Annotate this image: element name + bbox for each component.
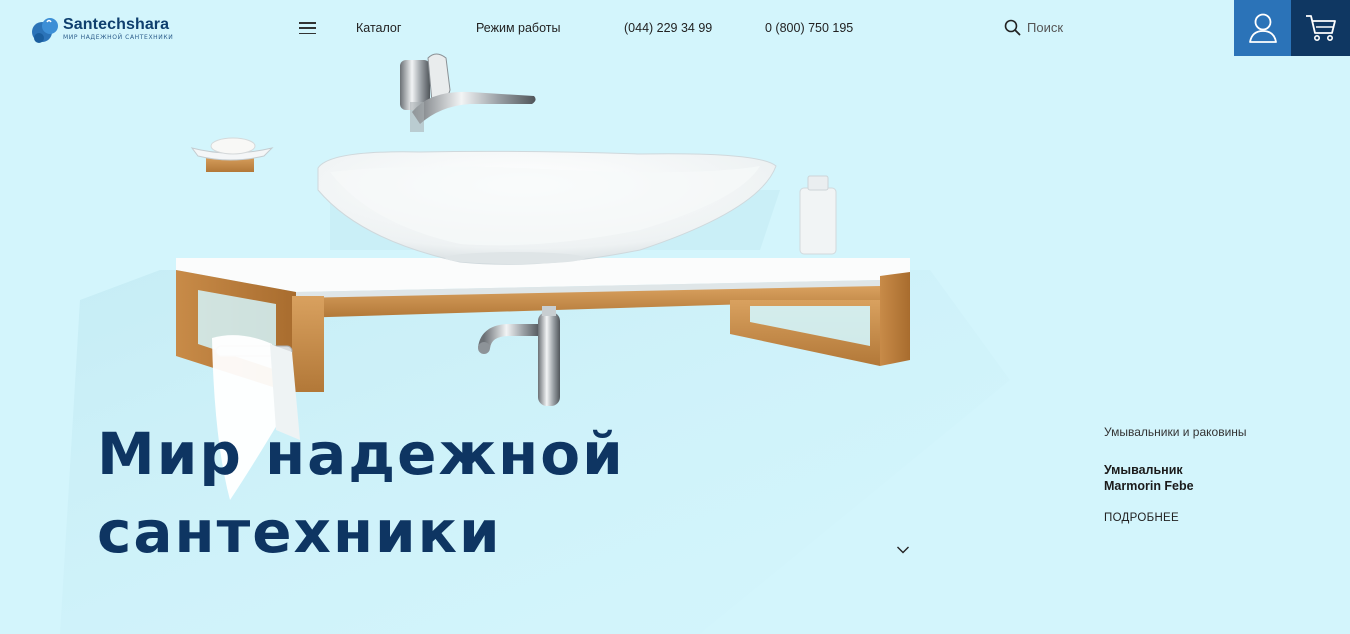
hero-title-line-2: сантехники	[97, 498, 502, 566]
search-icon[interactable]	[1004, 19, 1021, 36]
brand-name: Santechshara	[63, 16, 170, 33]
product-name-line-1: Умывальник	[1104, 463, 1183, 477]
phone-link-2[interactable]: 0 (800) 750 195	[765, 20, 853, 36]
brand-tagline: мир надежной сантехники	[63, 34, 174, 41]
nav-hours-link[interactable]: Режим работы	[476, 20, 560, 36]
hamburger-menu-icon[interactable]	[299, 22, 316, 34]
search-input[interactable]	[1027, 20, 1187, 35]
product-category: Умывальники и раковины	[1104, 425, 1247, 439]
search-box	[1004, 19, 1187, 36]
product-name-line-2: Marmorin Febe	[1104, 479, 1194, 493]
featured-product: Умывальники и раковины Умывальник Marmor…	[1104, 424, 1324, 526]
cart-icon	[1305, 15, 1336, 41]
hero-title: Мир надежной сантехники	[97, 415, 737, 571]
water-drop-logo-icon	[32, 18, 58, 43]
brand-logo[interactable]: Santechshara мир надежной сантехники	[30, 14, 173, 44]
cart-button[interactable]	[1291, 0, 1350, 56]
account-button[interactable]	[1234, 0, 1291, 56]
nav-catalog-link[interactable]: Каталог	[356, 20, 401, 36]
user-icon	[1248, 13, 1277, 43]
hero-title-line-1: Мир надежной	[97, 420, 625, 488]
chevron-down-icon[interactable]	[896, 545, 910, 555]
phone-link-1[interactable]: (044) 229 34 99	[624, 20, 712, 36]
product-name: Умывальник Marmorin Febe	[1104, 462, 1324, 494]
site-header: Santechshara мир надежной сантехники Кат…	[0, 0, 1350, 56]
product-details-link[interactable]: ПОДРОБНЕЕ	[1104, 512, 1179, 524]
